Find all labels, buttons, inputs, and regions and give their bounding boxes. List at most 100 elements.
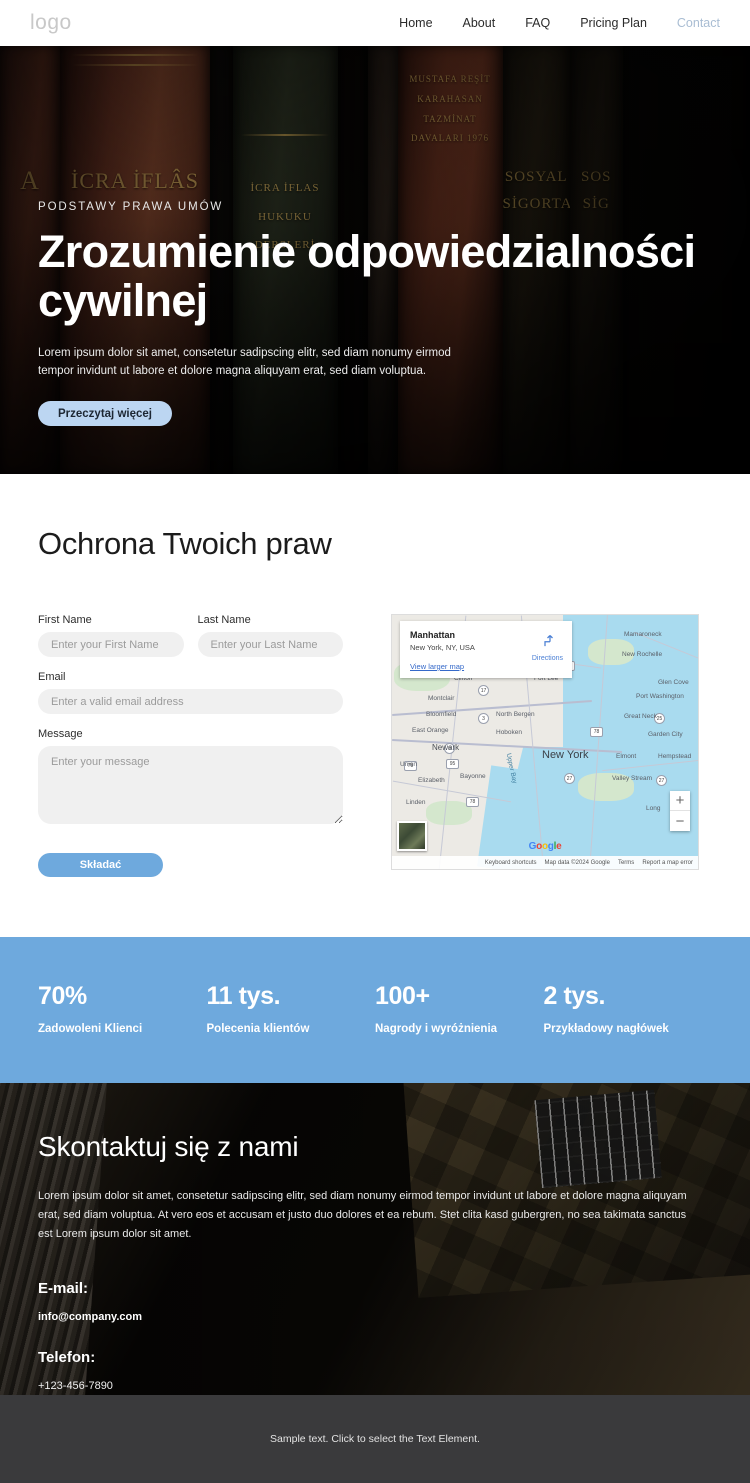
site-footer: Sample text. Click to select the Text El…	[0, 1395, 750, 1483]
zoom-in-button[interactable]: +	[670, 791, 690, 811]
terms-link[interactable]: Terms	[618, 860, 634, 866]
stat-item: 11 tys. Polecenia klientów	[207, 982, 376, 1035]
map-label: New York	[542, 749, 588, 761]
stat-item: 2 tys. Przykładowy nagłówek	[544, 982, 713, 1035]
map-label: Linden	[406, 799, 426, 806]
site-header: logo Home About FAQ Pricing Plan Contact	[0, 0, 750, 46]
nav-item-contact[interactable]: Contact	[677, 16, 720, 30]
read-more-button[interactable]: Przeczytaj więcej	[38, 401, 172, 426]
directions-icon	[540, 633, 555, 648]
map-attribution: Map data ©2024 Google	[545, 860, 610, 866]
message-field-group: Message	[38, 728, 343, 829]
map-label: Mamaroneck	[624, 631, 662, 638]
form-and-map-row: First Name Last Name Email Message	[38, 614, 712, 877]
map-label: Montclair	[428, 695, 454, 702]
submit-button[interactable]: Składać	[38, 853, 163, 877]
phone-value[interactable]: +123-456-7890	[38, 1380, 712, 1392]
hero-subtitle: Lorem ipsum dolor sit amet, consetetur s…	[38, 344, 458, 381]
map-label: Bloomfield	[426, 711, 456, 718]
map-route-shield: 95	[446, 759, 459, 769]
contact-form: First Name Last Name Email Message	[38, 614, 343, 877]
first-name-field-group: First Name	[38, 614, 184, 657]
map-label: Valley Stream	[612, 775, 652, 782]
stat-item: 70% Zadowoleni Klienci	[38, 982, 207, 1035]
first-name-label: First Name	[38, 614, 184, 626]
map-label: Elmont	[616, 753, 636, 760]
statistics-band: 70% Zadowoleni Klienci 11 tys. Polecenia…	[0, 937, 750, 1083]
stat-number: 100+	[375, 982, 544, 1011]
section-title: Ochrona Twoich praw	[38, 526, 712, 562]
directions-label: Directions	[532, 655, 563, 662]
map-route-shield: 17	[478, 685, 489, 696]
last-name-field-group: Last Name	[198, 614, 344, 657]
map-footer-bar: Keyboard shortcuts Map data ©2024 Google…	[392, 856, 698, 869]
stat-label: Zadowoleni Klienci	[38, 1023, 207, 1035]
last-name-label: Last Name	[198, 614, 344, 626]
contact-title: Skontaktuj się z nami	[38, 1131, 712, 1163]
nav-item-about[interactable]: About	[463, 16, 496, 30]
zoom-out-button[interactable]: −	[670, 811, 690, 831]
footer-text[interactable]: Sample text. Click to select the Text El…	[270, 1433, 480, 1445]
email-field-group: Email	[38, 671, 343, 714]
map-label: Hoboken	[496, 729, 522, 736]
stat-number: 70%	[38, 982, 207, 1011]
map-column: 78 17 3 9 95 27 27 25 95 78 87 78 New Yo…	[391, 614, 712, 870]
map-label: Port Washington	[636, 693, 684, 700]
nav-item-pricing-plan[interactable]: Pricing Plan	[580, 16, 647, 30]
site-logo[interactable]: logo	[30, 11, 72, 35]
map-label: Glen Cove	[658, 679, 689, 686]
stat-label: Przykładowy nagłówek	[544, 1023, 713, 1035]
contact-form-section: Ochrona Twoich praw First Name Last Name…	[0, 474, 750, 937]
contact-section: Skontaktuj się z nami Lorem ipsum dolor …	[0, 1083, 750, 1395]
map-zoom-controls: + −	[670, 791, 690, 831]
map-route-shield: 27	[564, 773, 575, 784]
map-label: Elizabeth	[418, 777, 445, 784]
message-label: Message	[38, 728, 343, 740]
email-label: Email	[38, 671, 343, 683]
phone-heading: Telefon:	[38, 1349, 712, 1366]
message-textarea[interactable]	[38, 746, 343, 824]
google-logo: Google	[529, 841, 562, 852]
map-label: Garden City	[648, 731, 683, 738]
email-heading: E-mail:	[38, 1280, 712, 1297]
hero-section: A İCRA İFLÂS İCRA İFLAS HUKUKU DERSLERİ …	[0, 46, 750, 474]
map-route-shield: 78	[466, 797, 479, 807]
google-map[interactable]: 78 17 3 9 95 27 27 25 95 78 87 78 New Yo…	[391, 614, 699, 870]
map-label: Bayonne	[460, 773, 486, 780]
contact-content: Skontaktuj się z nami Lorem ipsum dolor …	[0, 1083, 750, 1392]
keyboard-shortcuts-link[interactable]: Keyboard shortcuts	[485, 860, 537, 866]
map-label: East Orange	[412, 727, 449, 734]
map-route-shield: 27	[656, 775, 667, 786]
stat-label: Nagrody i wyróżnienia	[375, 1023, 544, 1035]
map-label: Union	[400, 761, 417, 768]
nav-item-home[interactable]: Home	[399, 16, 432, 30]
hero-content: PODSTAWY PRAWA UMÓW Zrozumienie odpowied…	[0, 46, 750, 474]
map-label: Newark	[432, 743, 459, 752]
view-larger-map-link[interactable]: View larger map	[410, 662, 562, 671]
hero-title: Zrozumienie odpowiedzialności cywilnej	[38, 227, 698, 326]
stat-item: 100+ Nagrody i wyróżnienia	[375, 982, 544, 1035]
email-input[interactable]	[38, 689, 343, 714]
hero-eyebrow: PODSTAWY PRAWA UMÓW	[38, 201, 712, 213]
directions-button[interactable]: Directions	[532, 633, 563, 662]
first-name-input[interactable]	[38, 632, 184, 657]
map-label: New Rochelle	[622, 651, 662, 658]
stat-number: 2 tys.	[544, 982, 713, 1011]
stat-label: Polecenia klientów	[207, 1023, 376, 1035]
main-navigation: Home About FAQ Pricing Plan Contact	[399, 16, 720, 30]
map-label: Hempstead	[658, 753, 691, 760]
map-label: Long	[646, 805, 660, 812]
nav-item-faq[interactable]: FAQ	[525, 16, 550, 30]
last-name-input[interactable]	[198, 632, 344, 657]
street-view-thumbnail[interactable]	[397, 821, 427, 851]
map-route-shield: 3	[478, 713, 489, 724]
stat-number: 11 tys.	[207, 982, 376, 1011]
map-info-card: Manhattan New York, NY, USA View larger …	[400, 621, 572, 678]
map-label: North Bergen	[496, 711, 535, 718]
page-root: logo Home About FAQ Pricing Plan Contact…	[0, 0, 750, 1483]
contact-paragraph: Lorem ipsum dolor sit amet, consetetur s…	[38, 1187, 698, 1244]
email-value[interactable]: info@company.com	[38, 1311, 712, 1323]
map-route-shield: 78	[590, 727, 603, 737]
report-map-error-link[interactable]: Report a map error	[642, 860, 693, 866]
map-label: Great Neck	[624, 713, 657, 720]
